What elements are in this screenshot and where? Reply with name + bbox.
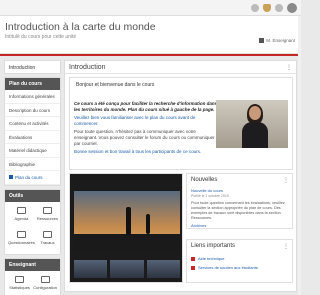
link-icon	[191, 265, 195, 270]
teaching-grid: Statistiques Configuration	[5, 271, 60, 295]
sidebar-item-general-info[interactable]: Informations générales	[5, 90, 60, 104]
links-title: Liens importants	[191, 243, 236, 249]
scrollbar[interactable]	[298, 16, 301, 295]
chart-icon	[15, 275, 25, 283]
video-figure-2	[146, 214, 150, 234]
tool-label: Travaux	[40, 239, 55, 245]
video-figure	[126, 207, 131, 235]
tool-label: Questionnaires	[8, 239, 35, 245]
course-plan-section: Plan du cours Informations générales Des…	[4, 77, 61, 186]
tool-label: Configuration	[33, 284, 57, 290]
accent-divider	[0, 54, 301, 56]
link-label: Aide technique	[198, 256, 225, 261]
tools-section: Outils Agenda Ressources Questionnaires …	[4, 188, 61, 255]
video-ground	[74, 234, 180, 251]
calendar-icon	[16, 206, 26, 214]
link-icon	[191, 256, 195, 261]
news-title: Nouvelles	[191, 177, 218, 183]
more-icon[interactable]: ⋮	[286, 64, 292, 71]
tool-label: Ressources	[36, 215, 59, 221]
teacher-photo	[216, 100, 288, 148]
sidebar-item-materials[interactable]: Matériel didactique	[5, 144, 60, 158]
section-title-course-plan[interactable]: Plan du cours	[5, 78, 60, 90]
more-icon[interactable]: ⋮	[283, 177, 289, 184]
top-bar	[0, 0, 301, 16]
video-thumbnail[interactable]	[110, 260, 144, 278]
more-icon[interactable]: ⋮	[283, 243, 289, 250]
tools-grid: Agenda Ressources Questionnaires Travaux	[5, 202, 60, 254]
course-header: Introduction à la carte du monde Intitul…	[0, 16, 301, 54]
link-label: Services de soutien aux étudiants	[198, 265, 258, 270]
document-icon	[9, 175, 13, 180]
main-title: Introduction	[69, 63, 106, 71]
assignment-icon	[42, 230, 52, 238]
teacher-name: M. Enseignant	[266, 38, 295, 43]
news-item-body: Pour toute question concernant les évalu…	[191, 201, 285, 220]
video-thumbnail[interactable]	[74, 260, 108, 278]
tool-agenda[interactable]: Agenda	[8, 205, 35, 227]
welcome-lead: Ce cours a été conçu pour faciliter la r…	[74, 101, 218, 112]
tool-configuration[interactable]: Configuration	[33, 274, 57, 295]
main-content: Introduction ⋮ Bonjour et bienvenue dans…	[64, 60, 297, 292]
news-card: Nouvelles ⋮ Nouvelle du cours Publié le …	[186, 173, 293, 229]
teaching-section: Enseignant Statistiques Configuration	[4, 257, 61, 295]
tool-label: Agenda	[14, 215, 29, 221]
page-title: Introduction à la carte du monde	[5, 21, 156, 33]
message-icon[interactable]	[275, 4, 283, 12]
notification-icon[interactable]	[263, 4, 271, 12]
course-subtitle: Intitulé du cours pour cette unité	[5, 34, 77, 40]
sidebar-item-description[interactable]: Description du cours	[5, 104, 60, 117]
news-item-date: Publié le 2 octobre 2019	[191, 194, 229, 198]
gear-icon	[40, 275, 50, 283]
sidebar-item-content[interactable]: Contenu et activités	[5, 117, 60, 131]
tool-assignments[interactable]: Travaux	[37, 229, 58, 251]
avatar[interactable]	[287, 3, 297, 13]
link-item[interactable]: Services de soutien aux étudiants	[191, 265, 258, 270]
welcome-line-4: Bonne session et bon travail à tous les …	[74, 149, 202, 154]
tool-statistics[interactable]: Statistiques	[8, 274, 31, 295]
tool-label: Statistiques	[9, 284, 30, 290]
quiz-icon	[16, 230, 26, 238]
welcome-title: Bonjour et bienvenue dans le cours	[76, 82, 155, 88]
sidebar-item-introduction[interactable]: Introduction	[4, 60, 61, 74]
links-card: Liens importants ⋮ Aide technique Servic…	[186, 239, 293, 283]
main-header: Introduction ⋮	[65, 61, 296, 74]
tool-resources[interactable]: Ressources	[37, 205, 58, 227]
welcome-line-2: Veuillez bien vous familiariser avec le …	[74, 115, 196, 126]
sidebar-item-bibliography[interactable]: Bibliographie	[5, 158, 60, 171]
sidebar-item-label: Plan du cours	[15, 174, 43, 180]
section-title-tools: Outils	[5, 189, 60, 202]
folder-icon	[42, 206, 52, 214]
welcome-text: Ce cours a été conçu pour faciliter la r…	[74, 101, 218, 155]
welcome-line-3: Pour toute question, n'hésitez pas à com…	[74, 129, 215, 146]
link-item[interactable]: Aide technique	[191, 256, 224, 261]
news-item-link[interactable]: Nouvelle du cours	[191, 188, 291, 193]
person-icon	[259, 38, 265, 43]
tool-quizzes[interactable]: Questionnaires	[8, 229, 35, 251]
video-thumbnail[interactable]	[146, 260, 180, 278]
news-archives-link[interactable]: Archives	[191, 223, 206, 228]
top-bar-icons	[251, 3, 297, 13]
photo-face	[249, 106, 261, 120]
welcome-card: Bonjour et bienvenue dans le cours Ce co…	[69, 77, 293, 170]
video-player[interactable]	[69, 173, 183, 283]
video-thumbnails	[74, 260, 180, 278]
sidebar: Introduction Plan du cours Informations …	[4, 60, 61, 295]
search-icon[interactable]	[251, 4, 259, 12]
photo-body	[242, 122, 268, 148]
sidebar-item-evaluations[interactable]: Évaluations	[5, 131, 60, 144]
sidebar-item-course-plan-link[interactable]: Plan du cours	[5, 171, 60, 185]
teacher-label[interactable]: M. Enseignant	[259, 38, 295, 43]
section-title-teaching: Enseignant	[5, 258, 60, 271]
